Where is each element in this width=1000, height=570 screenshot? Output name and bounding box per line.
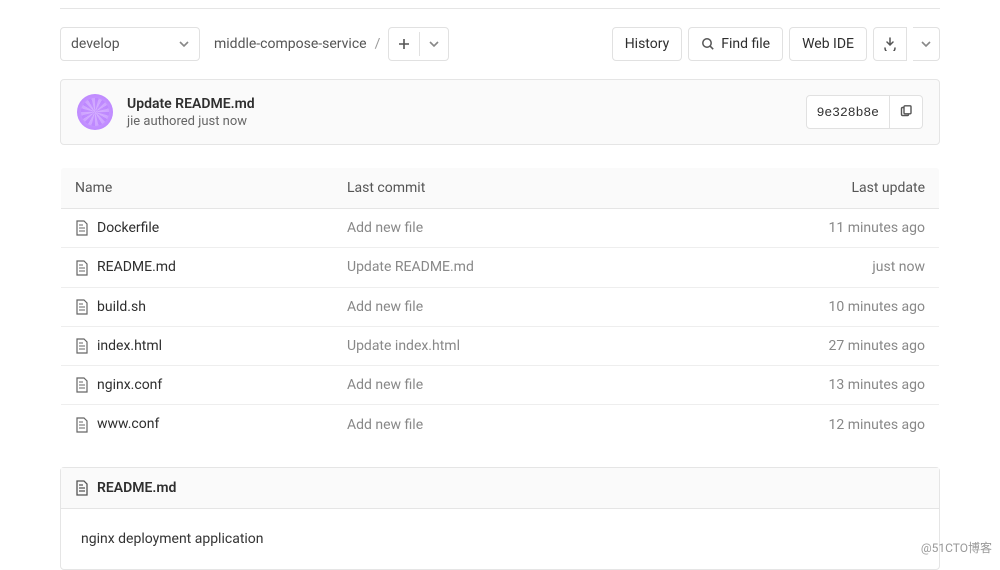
plus-icon <box>398 38 410 50</box>
readme-title: README.md <box>97 480 176 496</box>
branch-name: develop <box>71 36 120 52</box>
last-update: 12 minutes ago <box>764 405 940 444</box>
file-icon <box>75 338 97 354</box>
readme-panel: README.md nginx deployment application <box>60 467 940 570</box>
copy-icon <box>899 105 913 119</box>
commit-link[interactable]: Add new file <box>347 417 423 433</box>
commit-link[interactable]: Add new file <box>347 299 423 315</box>
last-update: 13 minutes ago <box>764 366 940 405</box>
chevron-down-icon <box>921 39 931 49</box>
last-update: 10 minutes ago <box>764 287 940 326</box>
file-icon <box>75 480 89 496</box>
breadcrumb: middle-compose-service / <box>214 27 449 61</box>
last-update: 11 minutes ago <box>764 209 940 248</box>
watermark: @51CTO博客 <box>921 539 992 556</box>
commit-link[interactable]: Update index.html <box>347 338 460 354</box>
file-tree-table: Name Last commit Last update Dockerfile A… <box>60 167 940 445</box>
commit-title[interactable]: Update README.md <box>127 96 255 112</box>
readme-content: nginx deployment application <box>61 509 939 569</box>
table-row: www.conf Add new file 12 minutes ago <box>61 405 940 444</box>
web-ide-button[interactable]: Web IDE <box>789 27 867 61</box>
file-link[interactable]: build.sh <box>97 299 146 315</box>
col-last-commit: Last commit <box>333 168 764 209</box>
download-icon <box>883 37 897 51</box>
table-row: README.md Update README.md just now <box>61 248 940 287</box>
file-icon <box>75 299 97 315</box>
last-update: 27 minutes ago <box>764 326 940 365</box>
file-link[interactable]: Dockerfile <box>97 220 159 236</box>
breadcrumb-root[interactable]: middle-compose-service <box>214 36 367 52</box>
chevron-down-icon <box>429 39 439 49</box>
table-row: index.html Update index.html 27 minutes ag… <box>61 326 940 365</box>
table-row: nginx.conf Add new file 13 minutes ago <box>61 366 940 405</box>
file-link[interactable]: www.conf <box>97 416 159 432</box>
branch-selector[interactable]: develop <box>60 27 200 61</box>
chevron-down-icon <box>179 39 189 49</box>
add-to-tree-dropdown[interactable] <box>388 27 449 61</box>
copy-sha-button[interactable] <box>890 95 923 129</box>
file-icon <box>75 259 97 275</box>
file-icon <box>75 377 97 393</box>
table-row: Dockerfile Add new file 11 minutes ago <box>61 209 940 248</box>
commit-meta: jie authored just now <box>127 114 255 129</box>
file-link[interactable]: README.md <box>97 259 176 275</box>
file-link[interactable]: index.html <box>97 338 162 354</box>
commit-link[interactable]: Add new file <box>347 377 423 393</box>
last-commit-panel: Update README.md jie authored just now 9… <box>60 79 940 145</box>
download-dropdown[interactable] <box>913 27 940 61</box>
commit-link[interactable]: Update README.md <box>347 259 474 275</box>
file-icon <box>75 220 97 236</box>
col-name: Name <box>61 168 333 209</box>
commit-link[interactable]: Add new file <box>347 220 423 236</box>
find-file-button[interactable]: Find file <box>688 27 783 61</box>
avatar <box>77 94 113 130</box>
file-icon <box>75 416 97 432</box>
download-button[interactable] <box>873 27 907 61</box>
breadcrumb-separator: / <box>375 36 381 52</box>
search-icon <box>701 37 715 51</box>
table-row: build.sh Add new file 10 minutes ago <box>61 287 940 326</box>
commit-sha[interactable]: 9e328b8e <box>806 95 890 129</box>
col-last-update: Last update <box>764 168 940 209</box>
file-link[interactable]: nginx.conf <box>97 377 162 393</box>
last-update: just now <box>764 248 940 287</box>
history-button[interactable]: History <box>612 27 683 61</box>
